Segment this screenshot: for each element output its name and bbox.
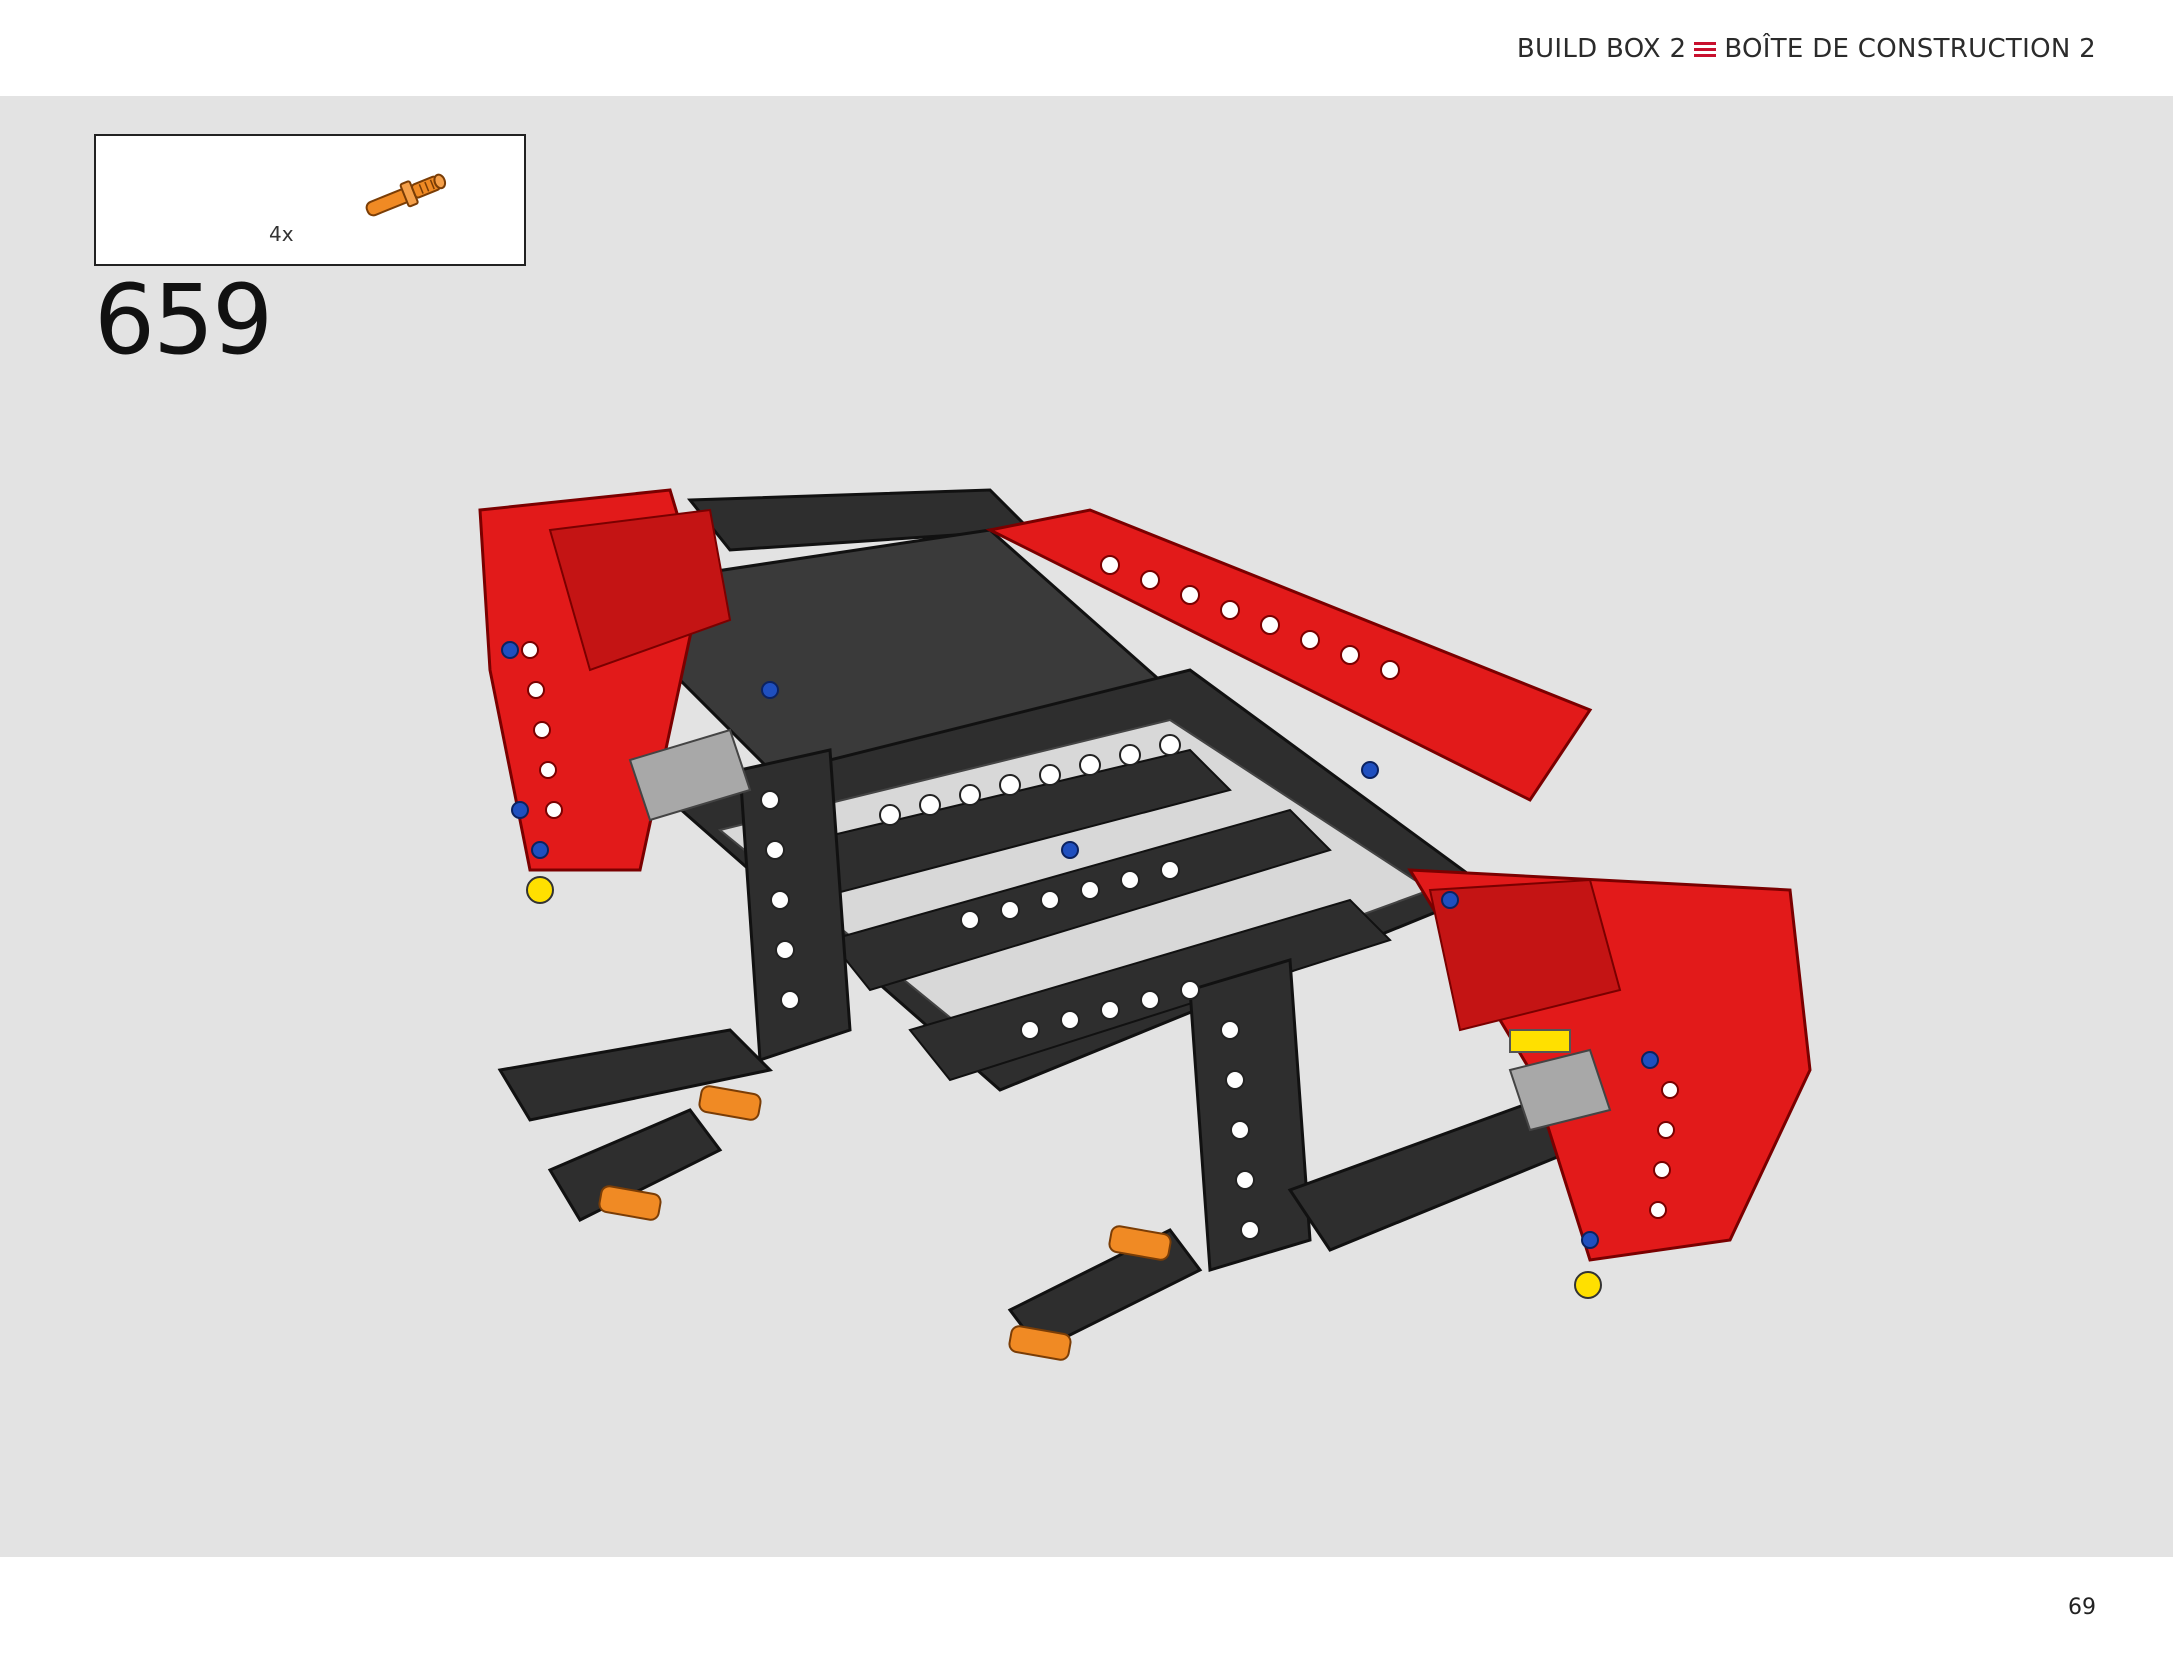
page-number: 69 bbox=[2068, 1595, 2096, 1620]
parts-callout: 4x bbox=[94, 134, 526, 266]
step-number: 659 bbox=[94, 264, 273, 376]
page-footer: 69 bbox=[0, 1557, 2173, 1654]
part-quantity: 4x bbox=[269, 222, 294, 246]
build-box-title: BUILD BOX 2 BOÎTE DE CONSTRUCTION 2 bbox=[1517, 34, 2096, 64]
orange-axle-pin-icon bbox=[365, 173, 447, 217]
technic-chassis-illustration bbox=[478, 488, 1812, 1361]
title-english: BUILD BOX 2 bbox=[1516, 34, 1687, 64]
triple-line-icon bbox=[1694, 40, 1717, 58]
page-header: BUILD BOX 2 BOÎTE DE CONSTRUCTION 2 bbox=[0, 0, 2173, 96]
title-french: BOÎTE DE CONSTRUCTION 2 bbox=[1724, 34, 2096, 64]
